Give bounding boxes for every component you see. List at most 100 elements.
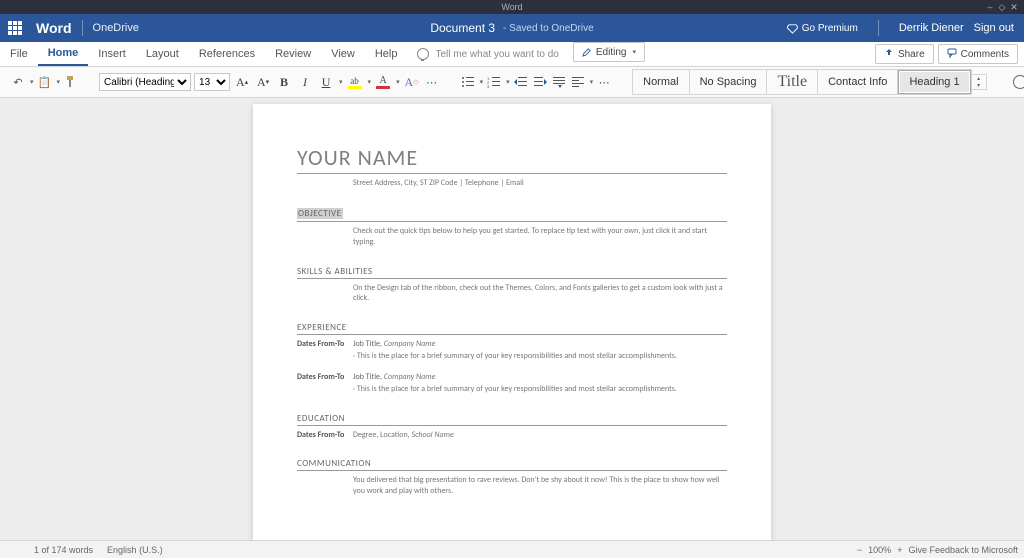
section-experience-heading[interactable]: EXPERIENCE bbox=[297, 322, 727, 333]
section-communication-heading[interactable]: COMMUNICATION bbox=[297, 458, 727, 469]
tab-file[interactable]: File bbox=[0, 42, 38, 66]
company-name[interactable]: Company Name bbox=[384, 339, 436, 349]
chevron-down-icon[interactable]: ▾ bbox=[339, 78, 343, 86]
font-size-select[interactable]: 13 bbox=[194, 73, 230, 91]
styles-gallery[interactable]: Normal No Spacing Title Contact Info Hea… bbox=[632, 69, 971, 95]
divider bbox=[878, 20, 879, 36]
chevron-down-icon[interactable]: ▾ bbox=[57, 78, 61, 86]
document-title-group: Document 3 - Saved to OneDrive bbox=[430, 21, 593, 35]
style-contact-info[interactable]: Contact Info bbox=[818, 70, 898, 94]
chevron-down-icon[interactable]: ▾ bbox=[480, 78, 484, 86]
font-color-button[interactable]: A bbox=[374, 73, 392, 91]
tell-me-input[interactable]: Tell me what you want to do bbox=[417, 42, 558, 66]
divider bbox=[297, 173, 727, 174]
increase-indent-button[interactable] bbox=[532, 74, 548, 90]
signout-link[interactable]: Sign out bbox=[974, 22, 1014, 34]
tab-layout[interactable]: Layout bbox=[136, 42, 189, 66]
location[interactable]: Location, bbox=[380, 430, 410, 440]
tab-help[interactable]: Help bbox=[365, 42, 408, 66]
section-education-heading[interactable]: EDUCATION bbox=[297, 413, 727, 424]
document-canvas[interactable]: YOUR NAME Street Address, City, ST ZIP C… bbox=[0, 98, 1024, 540]
text-direction-button[interactable] bbox=[551, 74, 567, 90]
comments-button[interactable]: Comments bbox=[938, 44, 1018, 64]
tab-view[interactable]: View bbox=[321, 42, 365, 66]
experience-body[interactable]: · This is the place for a brief summary … bbox=[353, 351, 727, 362]
objective-body[interactable]: Check out the quick tips below to help y… bbox=[353, 226, 727, 248]
app-name: Word bbox=[36, 20, 72, 36]
chevron-down-icon[interactable]: ▾ bbox=[590, 78, 594, 86]
tab-home[interactable]: Home bbox=[38, 42, 89, 66]
skills-body[interactable]: On the Design tab of the ribbon, check o… bbox=[353, 283, 727, 305]
contact-line[interactable]: Street Address, City, ST ZIP Code | Tele… bbox=[353, 178, 727, 188]
job-title[interactable]: Job Title, bbox=[353, 372, 382, 382]
highlight-button[interactable]: ab bbox=[346, 73, 364, 91]
document-name[interactable]: Document 3 bbox=[430, 21, 495, 35]
align-left-button[interactable] bbox=[570, 74, 586, 90]
tab-review[interactable]: Review bbox=[265, 42, 321, 66]
zoom-level[interactable]: 100% bbox=[868, 545, 891, 555]
experience-dates[interactable]: Dates From-To bbox=[297, 372, 353, 395]
education-dates[interactable]: Dates From-To bbox=[297, 430, 353, 440]
tab-insert[interactable]: Insert bbox=[88, 42, 136, 66]
language-status[interactable]: English (U.S.) bbox=[107, 545, 163, 555]
share-icon bbox=[884, 48, 894, 61]
tab-references[interactable]: References bbox=[189, 42, 265, 66]
zoom-in-button[interactable]: + bbox=[897, 545, 902, 555]
job-title[interactable]: Job Title, bbox=[353, 339, 382, 349]
communication-body[interactable]: You delivered that big presentation to r… bbox=[353, 475, 727, 497]
editing-label: Editing bbox=[596, 47, 627, 58]
resume-name[interactable]: YOUR NAME bbox=[297, 144, 727, 171]
experience-body[interactable]: · This is the place for a brief summary … bbox=[353, 384, 727, 395]
chevron-down-icon[interactable]: ▾ bbox=[506, 78, 510, 86]
storage-location[interactable]: OneDrive bbox=[93, 22, 139, 34]
section-skills-heading[interactable]: SKILLS & ABILITIES bbox=[297, 266, 727, 277]
style-title[interactable]: Title bbox=[767, 70, 818, 94]
degree[interactable]: Degree, bbox=[353, 430, 378, 440]
underline-button[interactable]: U bbox=[317, 73, 335, 91]
more-paragraph-button[interactable]: ⋯ bbox=[596, 74, 612, 90]
bold-button[interactable]: B bbox=[275, 73, 293, 91]
more-font-options-button[interactable]: ⋯ bbox=[424, 74, 440, 90]
minimize-icon[interactable]: – bbox=[986, 3, 994, 11]
numbering-button[interactable]: 123 bbox=[486, 74, 502, 90]
close-icon[interactable]: ✕ bbox=[1010, 3, 1018, 11]
school-name[interactable]: School Name bbox=[411, 430, 453, 440]
comments-label: Comments bbox=[961, 49, 1009, 60]
app-titlebar: Word OneDrive Document 3 - Saved to OneD… bbox=[0, 14, 1024, 42]
style-heading1[interactable]: Heading 1 bbox=[898, 70, 970, 94]
experience-dates[interactable]: Dates From-To bbox=[297, 339, 353, 362]
styles-expand-button[interactable]: ▴▾ bbox=[972, 74, 987, 90]
divider bbox=[297, 470, 727, 471]
clear-formatting-button[interactable]: A◇ bbox=[403, 73, 421, 91]
chevron-down-icon[interactable]: ▾ bbox=[30, 78, 34, 86]
user-name[interactable]: Derrik Diener bbox=[899, 22, 964, 34]
undo-icon[interactable]: ↶ bbox=[10, 74, 26, 90]
editing-mode-button[interactable]: Editing ▾ bbox=[573, 42, 645, 62]
format-painter-icon[interactable] bbox=[63, 74, 79, 90]
divider bbox=[297, 278, 727, 279]
style-normal[interactable]: Normal bbox=[633, 70, 689, 94]
lightbulb-icon bbox=[417, 48, 429, 60]
zoom-out-button[interactable]: − bbox=[857, 545, 862, 555]
company-name[interactable]: Company Name bbox=[384, 372, 436, 382]
section-objective-heading[interactable]: OBJECTIVE bbox=[297, 208, 343, 219]
page[interactable]: YOUR NAME Street Address, City, ST ZIP C… bbox=[253, 104, 771, 540]
window-controls: – ◇ ✕ bbox=[986, 0, 1018, 14]
shrink-font-button[interactable]: A▾ bbox=[254, 73, 272, 91]
word-count[interactable]: 1 of 174 words bbox=[34, 545, 93, 555]
chevron-down-icon[interactable]: ▾ bbox=[368, 78, 372, 86]
decrease-indent-button[interactable] bbox=[513, 74, 529, 90]
grow-font-button[interactable]: A▴ bbox=[233, 73, 251, 91]
chevron-down-icon[interactable]: ▾ bbox=[396, 78, 400, 86]
italic-button[interactable]: I bbox=[296, 73, 314, 91]
find-button[interactable]: Find ▾ bbox=[1007, 75, 1024, 89]
share-button[interactable]: Share bbox=[875, 44, 934, 64]
bullets-button[interactable] bbox=[460, 74, 476, 90]
maximize-icon[interactable]: ◇ bbox=[998, 3, 1006, 11]
style-no-spacing[interactable]: No Spacing bbox=[690, 70, 768, 94]
go-premium-button[interactable]: Go Premium bbox=[787, 23, 858, 34]
feedback-link[interactable]: Give Feedback to Microsoft bbox=[908, 545, 1018, 555]
app-launcher-icon[interactable] bbox=[2, 15, 28, 41]
font-family-select[interactable]: Calibri (Heading... bbox=[99, 73, 191, 91]
paste-icon[interactable]: 📋 bbox=[37, 74, 53, 90]
